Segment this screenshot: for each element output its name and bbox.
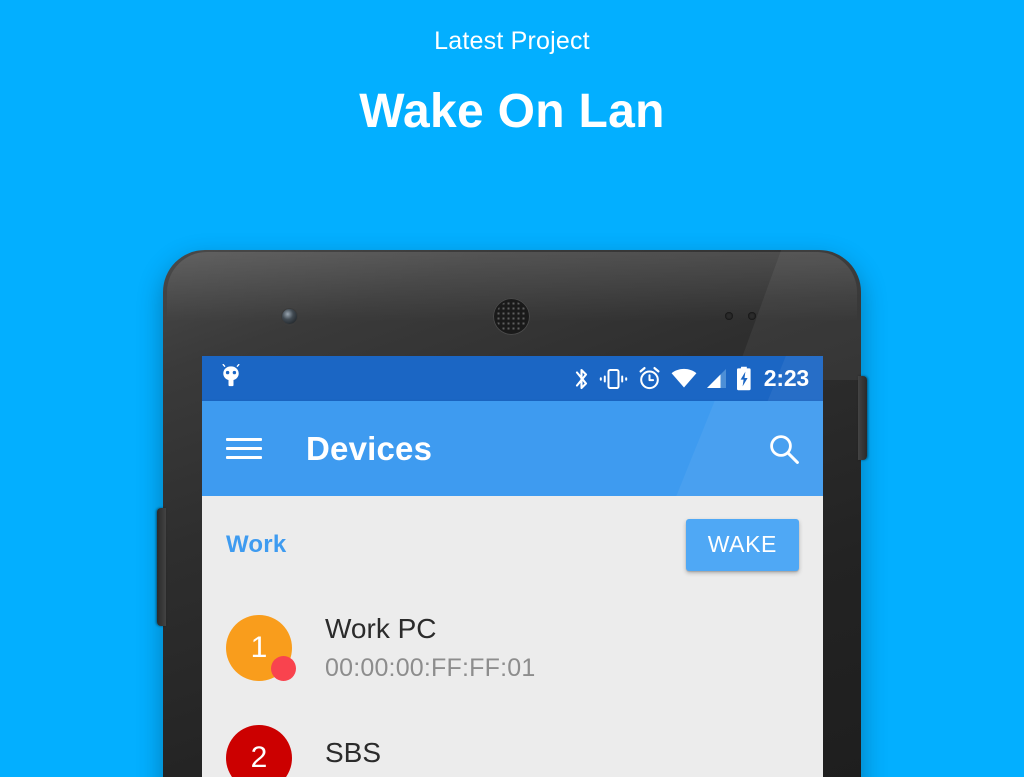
app-bar: Devices: [202, 401, 823, 496]
light-sensor-icon: [748, 312, 756, 320]
phone-mockup: 2:23 Devices Work WAKE 1 Work PC 00:00:0…: [157, 250, 867, 777]
search-icon[interactable]: [767, 432, 801, 466]
alarm-icon: [637, 366, 662, 391]
power-button[interactable]: [858, 376, 867, 460]
cell-signal-icon: [706, 368, 727, 389]
avatar: 1: [226, 615, 296, 681]
device-info: SBS: [325, 737, 381, 777]
device-info: Work PC 00:00:00:FF:FF:01: [325, 613, 535, 683]
status-bar-right: 2:23: [573, 365, 809, 392]
status-bar: 2:23: [202, 356, 823, 401]
device-list-item[interactable]: 2 SBS: [202, 703, 823, 777]
device-name: SBS: [325, 737, 382, 769]
group-header-work: Work WAKE: [202, 496, 823, 593]
promo-title: Wake On Lan: [359, 85, 665, 139]
android-head-icon: [220, 363, 242, 393]
front-camera-icon: [282, 309, 297, 324]
promo-screenshot: Latest Project Wake On Lan 2:23 Devices …: [0, 0, 1024, 777]
device-name: Work PC: [325, 613, 437, 645]
page-title: Devices: [306, 429, 433, 467]
promo-headings: Latest Project Wake On Lan: [0, 0, 1024, 141]
status-badge: [271, 656, 296, 681]
status-bar-clock: 2:23: [763, 365, 809, 391]
status-bar-left: [220, 363, 242, 393]
volume-rocker-button[interactable]: [157, 508, 166, 626]
group-title: Work: [226, 530, 287, 558]
device-list-item[interactable]: 1 Work PC 00:00:00:FF:FF:01: [202, 593, 823, 703]
phone-screen: 2:23 Devices Work WAKE 1 Work PC 00:00:0…: [202, 356, 823, 777]
avatar: 2: [226, 725, 292, 777]
device-list-content: Work WAKE 1 Work PC 00:00:00:FF:FF:01 2 …: [202, 496, 823, 777]
wifi-icon: [671, 368, 697, 389]
avatar-initial: 2: [226, 725, 292, 777]
promo-subtitle: Latest Project: [434, 27, 590, 55]
earpiece-speaker-icon: [493, 298, 530, 335]
hamburger-menu-icon[interactable]: [226, 434, 262, 464]
battery-charging-icon: [736, 366, 752, 391]
bluetooth-icon: [573, 366, 590, 392]
device-mac-address: 00:00:00:FF:FF:01: [325, 654, 536, 683]
proximity-sensor-icon: [725, 312, 733, 320]
vibrate-icon: [599, 367, 628, 391]
wake-button[interactable]: WAKE: [685, 518, 799, 571]
